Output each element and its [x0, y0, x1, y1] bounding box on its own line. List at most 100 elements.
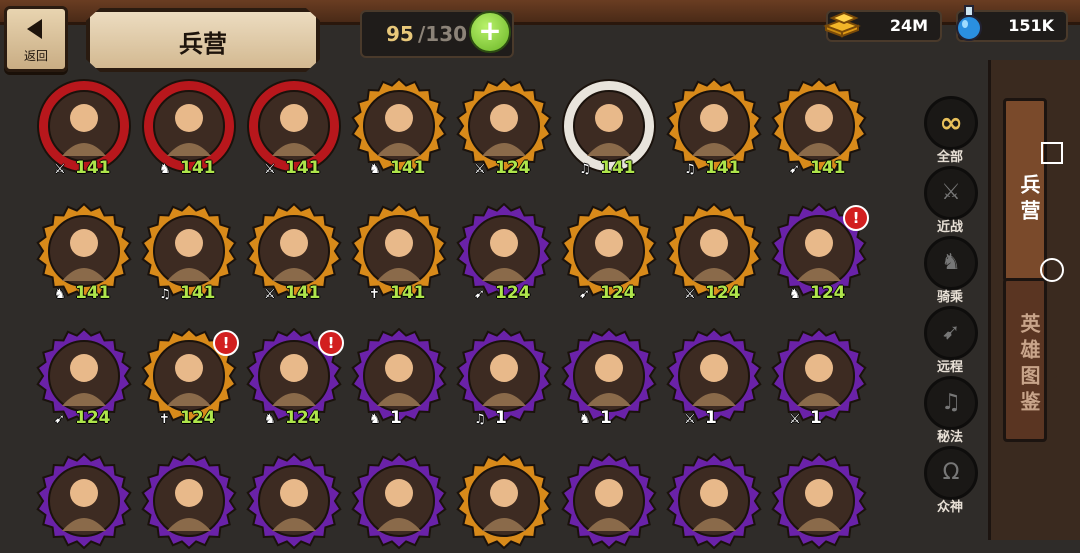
unit-card[interactable]	[771, 453, 871, 553]
unit-level-value: 124	[285, 408, 321, 428]
unit-card[interactable]: ⚔ 141	[246, 78, 346, 178]
unit-card[interactable]	[351, 453, 451, 553]
sword-icon: ⚔	[54, 162, 66, 177]
unit-portrait-icon	[36, 453, 132, 549]
unit-card[interactable]: ⚔ 1	[666, 328, 766, 428]
unit-card[interactable]: ✝ 141	[351, 203, 451, 303]
unit-card[interactable]: ⚔ 124	[666, 203, 766, 303]
unit-level-value: 141	[390, 158, 426, 178]
cross-icon: ✝	[369, 287, 380, 302]
omega-icon: Ω	[924, 446, 978, 500]
unit-card[interactable]: ✝ 124!	[141, 328, 241, 428]
unit-card[interactable]: ➹ 124	[456, 203, 556, 303]
unit-grid: ⚔ 141 ♞ 141 ⚔ 141 ♞ 141 ⚔ 124 ♫ 141 ♫ 14…	[36, 78, 876, 549]
page-title-plate: 兵营	[86, 8, 320, 72]
magic-icon: ♫	[159, 287, 171, 302]
filter-button[interactable]: ♫ 秘法	[918, 376, 982, 445]
unit-card[interactable]: ➹ 124	[36, 328, 136, 428]
unit-card[interactable]	[36, 453, 136, 553]
unit-level: ♞ 124	[264, 408, 352, 430]
unit-level-value: 141	[180, 283, 216, 303]
unit-level: ♫ 141	[684, 158, 772, 180]
unit-card[interactable]: ♞ 141	[141, 78, 241, 178]
unit-level-value: 141	[810, 158, 846, 178]
unit-card[interactable]: ♞ 141	[36, 203, 136, 303]
unit-level: ♞ 141	[159, 158, 247, 180]
unit-card[interactable]: ♞ 124!	[246, 328, 346, 428]
filter-button[interactable]: ∞ 全部	[918, 96, 982, 165]
horse-icon: ♞	[789, 287, 801, 302]
unit-card[interactable]	[561, 453, 661, 553]
tab-barracks[interactable]: 兵营	[1003, 98, 1047, 282]
unit-card[interactable]: ♞ 124!	[771, 203, 871, 303]
unit-card[interactable]	[666, 453, 766, 553]
unit-level: ✝ 124	[159, 408, 247, 430]
unit-card[interactable]: ⚔ 124	[456, 78, 556, 178]
recent-apps-icon[interactable]	[1041, 142, 1063, 164]
filter-button[interactable]: ⚔ 近战	[918, 166, 982, 235]
tab-hero-codex[interactable]: 英雄图鉴	[1003, 278, 1047, 442]
filter-button[interactable]: ➹ 远程	[918, 306, 982, 375]
unit-card[interactable]: ♫ 141	[561, 78, 661, 178]
unit-level-value: 141	[180, 158, 216, 178]
back-button[interactable]: 返回	[4, 6, 68, 72]
unit-card[interactable]: ♞ 1	[351, 328, 451, 428]
magic-icon: ♫	[924, 376, 978, 430]
alert-badge-icon: !	[213, 330, 239, 356]
unit-portrait-icon	[771, 453, 867, 549]
unit-level: ⚔ 124	[474, 158, 562, 180]
unit-portrait-icon	[666, 453, 762, 549]
unit-level-value: 141	[285, 158, 321, 178]
bow-icon: ➹	[474, 287, 485, 302]
unit-card[interactable]: ♞ 141	[351, 78, 451, 178]
unit-level-value: 1	[600, 408, 612, 428]
unit-level: ⚔ 141	[264, 158, 352, 180]
unit-level-value: 124	[810, 283, 846, 303]
add-capacity-button[interactable]: +	[469, 11, 511, 53]
unit-card[interactable]: ♫ 1	[456, 328, 556, 428]
potion-flask-icon	[956, 5, 982, 41]
unit-level-value: 1	[390, 408, 402, 428]
filter-button[interactable]: ♞ 骑乘	[918, 236, 982, 305]
unit-level-value: 124	[180, 408, 216, 428]
unit-level-value: 124	[705, 283, 741, 303]
unit-card[interactable]: ♫ 141	[666, 78, 766, 178]
unit-card[interactable]: ♞ 1	[561, 328, 661, 428]
unit-count-current: 95	[386, 22, 414, 46]
unit-level-value: 1	[705, 408, 717, 428]
unit-card[interactable]: ♫ 141	[141, 203, 241, 303]
unit-card[interactable]: ⚔ 141	[36, 78, 136, 178]
unit-level: ➹ 124	[579, 283, 667, 305]
page-title: 兵营	[179, 30, 227, 58]
unit-level: ⚔ 1	[684, 408, 772, 430]
unit-card[interactable]	[246, 453, 346, 553]
filter-button[interactable]: Ω 众神	[918, 446, 982, 515]
sword-icon: ⚔	[789, 412, 801, 427]
unit-card[interactable]	[141, 453, 241, 553]
unit-level: ✝ 141	[369, 283, 457, 305]
home-icon[interactable]	[1040, 258, 1064, 282]
unit-card[interactable]	[456, 453, 556, 553]
unit-card[interactable]: ⚔ 141	[246, 203, 346, 303]
bow-icon: ➹	[579, 287, 590, 302]
horse-icon: ♞	[369, 412, 381, 427]
unit-card[interactable]: ➹ 124	[561, 203, 661, 303]
sword-icon: ⚔	[684, 412, 696, 427]
unit-count-max: /130	[418, 22, 468, 46]
unit-level-value: 124	[600, 283, 636, 303]
unit-card[interactable]: ⚔ 1	[771, 328, 871, 428]
right-tab-panel: 兵营 英雄图鉴	[988, 60, 1080, 540]
sword-icon: ⚔	[264, 287, 276, 302]
potion-resource[interactable]: 151K	[956, 5, 1068, 42]
unit-level: ♫ 141	[159, 283, 247, 305]
gold-resource[interactable]: 24M	[823, 10, 942, 42]
unit-level: ♫ 1	[474, 408, 562, 430]
filter-label: 近战	[936, 220, 963, 235]
unit-portrait-icon	[561, 453, 657, 549]
filter-label: 远程	[936, 360, 963, 375]
back-nav-icon-inner	[1047, 376, 1057, 390]
unit-card[interactable]: ➹ 141	[771, 78, 871, 178]
unit-level: ♞ 141	[369, 158, 457, 180]
magic-icon: ♫	[684, 162, 696, 177]
unit-level: ♫ 141	[579, 158, 667, 180]
